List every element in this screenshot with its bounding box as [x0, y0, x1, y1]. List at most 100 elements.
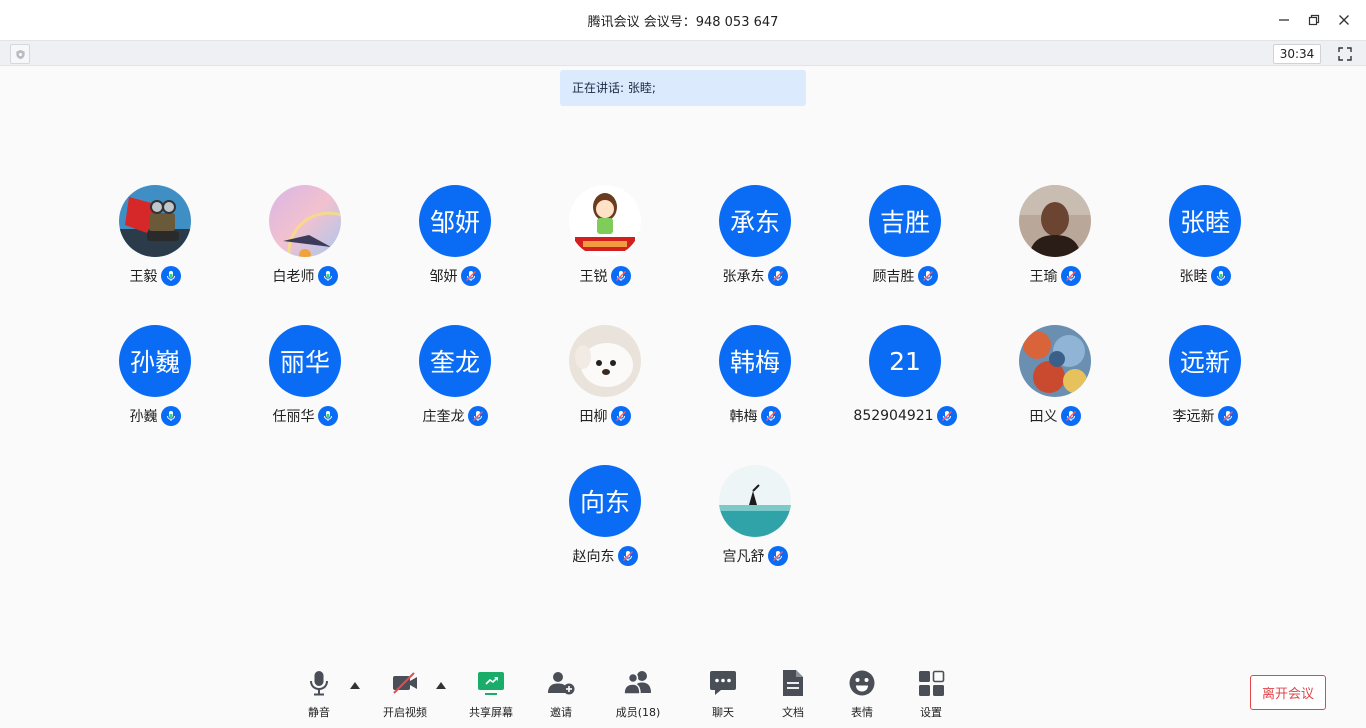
participant-tile[interactable]: 丽华 任丽华: [230, 325, 380, 435]
mic-muted-badge: [1060, 266, 1081, 286]
avatar-initials: 吉胜: [869, 185, 941, 257]
video-label: 开启视频: [383, 706, 427, 719]
participant-name: 孙巍: [129, 409, 158, 425]
mic-muted-icon: [465, 271, 476, 281]
man-photo-icon: [1019, 185, 1091, 257]
participant-name-row: 王瑜: [980, 265, 1130, 287]
avatar-initials: 21: [869, 325, 941, 397]
avatar-photo: [119, 185, 191, 257]
participant-tile[interactable]: 承东 张承东: [680, 185, 830, 295]
participant-name: 王毅: [129, 269, 158, 285]
participant-name: 王瑜: [1029, 269, 1058, 285]
participant-tile[interactable]: 奎龙 庄奎龙: [380, 325, 530, 435]
mic-speaking-icon: [166, 411, 175, 421]
participant-name: 赵向东: [572, 549, 615, 565]
mic-muted-icon: [941, 411, 952, 421]
reactions-button[interactable]: 表情: [827, 666, 897, 722]
mic-speaking-badge: [317, 266, 338, 286]
leave-meeting-button[interactable]: 离开会议: [1250, 675, 1326, 710]
docs-button[interactable]: 文档: [758, 666, 828, 722]
participant-tile[interactable]: 宫凡舒: [680, 465, 830, 575]
mic-speaking-icon: [1216, 271, 1225, 281]
reactions-label: 表情: [851, 706, 873, 719]
members-icon: [623, 671, 651, 695]
avatar-photo: [719, 465, 791, 537]
document-icon: [783, 670, 803, 696]
mic-muted-badge: [936, 406, 957, 426]
audio-options-caret[interactable]: [349, 680, 361, 690]
mic-speaking-icon: [323, 411, 332, 421]
mic-speaking-icon: [166, 271, 175, 281]
mic-muted-icon: [1065, 411, 1076, 421]
mic-muted-badge: [467, 406, 488, 426]
members-button[interactable]: 成员(18): [603, 666, 673, 722]
smiley-icon: [849, 670, 875, 696]
members-label: 成员(18): [615, 706, 661, 719]
participant-tile[interactable]: 田柳: [530, 325, 680, 435]
avatar-initials: 丽华: [269, 325, 341, 397]
participant-tile[interactable]: 白老师: [230, 185, 380, 295]
avatar-initials: 邹妍: [419, 185, 491, 257]
participant-name: 李远新: [1172, 409, 1215, 425]
mic-muted-icon: [772, 271, 783, 281]
mic-muted-badge: [767, 546, 788, 566]
mute-label: 静音: [308, 706, 330, 719]
participant-tile[interactable]: 21 852904921: [830, 325, 980, 435]
participant-tile[interactable]: 王毅: [80, 185, 230, 295]
participant-name: 宫凡舒: [722, 549, 765, 565]
participant-tile[interactable]: 邹妍 邹妍: [380, 185, 530, 295]
avatar-photo: [1019, 325, 1091, 397]
video-options-caret[interactable]: [435, 680, 447, 690]
mic-muted-badge: [460, 266, 481, 286]
participant-tile[interactable]: 张睦 张睦: [1130, 185, 1280, 295]
avatar-initials: 奎龙: [419, 325, 491, 397]
mic-muted-icon: [622, 551, 633, 561]
participant-name-row: 孙巍: [80, 405, 230, 427]
cartoon-girl-photo-icon: [569, 185, 641, 257]
participant-tile[interactable]: 韩梅 韩梅: [680, 325, 830, 435]
participant-tile[interactable]: 孙巍 孙巍: [80, 325, 230, 435]
mute-button[interactable]: 静音: [284, 666, 354, 722]
participant-tile[interactable]: 向东 赵向东: [530, 465, 680, 575]
chat-button[interactable]: 聊天: [688, 666, 758, 722]
participant-tile[interactable]: 田义: [980, 325, 1130, 435]
participant-name-row: 田义: [980, 405, 1130, 427]
start-video-button[interactable]: 开启视频: [370, 666, 440, 722]
participant-name-row: 任丽华: [230, 405, 380, 427]
avatar-photo: [269, 185, 341, 257]
participant-name: 邹妍: [429, 269, 458, 285]
mic-muted-badge: [767, 266, 788, 286]
participant-name-row: 李远新: [1130, 405, 1280, 427]
rainbow-photo-icon: [269, 185, 341, 257]
participant-name-row: 田柳: [530, 405, 680, 427]
participant-name: 852904921: [853, 408, 934, 424]
avatar-initials: 韩梅: [719, 325, 791, 397]
robot-photo-icon: [119, 185, 191, 257]
mic-muted-badge: [610, 266, 631, 286]
mic-speaking-badge: [160, 266, 181, 286]
participant-tile[interactable]: 远新 李远新: [1130, 325, 1280, 435]
participant-tile[interactable]: 王锐: [530, 185, 680, 295]
participant-name: 田柳: [579, 409, 608, 425]
share-label: 共享屏幕: [469, 706, 513, 719]
mic-muted-icon: [615, 271, 626, 281]
mic-speaking-badge: [317, 406, 338, 426]
participant-tile[interactable]: 王瑜: [980, 185, 1130, 295]
participant-name-row: 张承东: [680, 265, 830, 287]
chat-label: 聊天: [712, 706, 734, 719]
painting-photo-icon: [1019, 325, 1091, 397]
sea-photo-icon: [719, 465, 791, 537]
share-screen-button[interactable]: 共享屏幕: [456, 666, 526, 722]
mic-muted-icon: [1065, 271, 1076, 281]
video-off-icon: [393, 672, 417, 694]
settings-button[interactable]: 设置: [896, 666, 966, 722]
participant-name: 张承东: [722, 269, 765, 285]
participant-name-row: 白老师: [230, 265, 380, 287]
mic-muted-icon: [772, 551, 783, 561]
avatar-initials: 承东: [719, 185, 791, 257]
mic-muted-icon: [472, 411, 483, 421]
participant-tile[interactable]: 吉胜 顾吉胜: [830, 185, 980, 295]
avatar-initials: 孙巍: [119, 325, 191, 397]
participant-name-row: 韩梅: [680, 405, 830, 427]
invite-button[interactable]: 邀请: [526, 666, 596, 722]
